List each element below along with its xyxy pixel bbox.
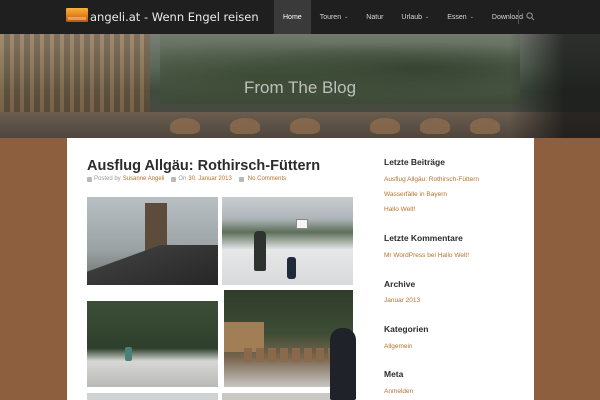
photo-person (254, 231, 266, 271)
photo-walker (125, 347, 132, 361)
nav-item-essen[interactable]: Essen ⌄ (438, 0, 483, 34)
content-card: Ausflug Allgäu: Rothirsch-Füttern Posted… (67, 138, 534, 400)
comment-icon (238, 176, 244, 182)
post-title[interactable]: Ausflug Allgäu: Rothirsch-Füttern (87, 158, 320, 174)
sidebar-heading-recent-posts: Letzte Beiträge (384, 157, 445, 167)
post-date-link[interactable]: 30. Januar 2013 (188, 176, 231, 182)
on-label: On (178, 176, 187, 182)
hero-title: From The Blog (243, 78, 357, 97)
sidebar-link[interactable]: Mr WordPress bei Hallo Welt! (384, 252, 469, 259)
clock-icon (171, 176, 177, 182)
chevron-down-icon: ⌄ (469, 14, 474, 20)
photo-sign (296, 219, 308, 229)
sidebar-link[interactable]: Anmelden (384, 388, 413, 395)
site-title[interactable]: angeli.at - Wenn Engel reisen (90, 10, 259, 24)
hero-deer-image (290, 118, 320, 134)
nav-label: Essen (447, 13, 467, 21)
gallery-photo[interactable] (222, 197, 353, 285)
chevron-down-icon: ⌄ (344, 14, 349, 20)
nav-item-touren[interactable]: Touren ⌄ (311, 0, 358, 34)
sidebar-link[interactable]: Januar 2013 (384, 297, 420, 304)
user-icon (87, 176, 92, 182)
sidebar-link[interactable]: Allgemein (384, 343, 413, 350)
sidebar-link[interactable]: Hallo Welt! (384, 206, 415, 213)
sidebar-heading-archive: Archive (384, 279, 416, 289)
gallery-photo[interactable] (87, 393, 218, 400)
nav-divider (518, 10, 519, 24)
top-navigation-bar: angeli.at - Wenn Engel reisen Home Toure… (0, 0, 600, 34)
hero-deer-image (470, 118, 500, 134)
nav-item-natur[interactable]: Natur (357, 0, 392, 34)
post-author-link[interactable]: Susanne Angeli (123, 176, 165, 182)
nav-label: Urlaub (401, 13, 423, 21)
sidebar-heading-recent-comments: Letzte Kommentare (384, 233, 463, 243)
foreground-person-silhouette (330, 328, 356, 400)
photo-child (287, 257, 296, 279)
nav-label: Touren (319, 13, 342, 21)
chevron-down-icon: ⌄ (425, 14, 430, 20)
hero-deer-image (170, 118, 200, 134)
photo-deer-herd (244, 348, 344, 362)
sidebar-heading-meta: Meta (384, 369, 404, 379)
site-logo-icon[interactable] (66, 8, 88, 22)
photo-roof (87, 245, 218, 285)
gallery-photo[interactable] (87, 301, 218, 387)
nav-item-home[interactable]: Home (274, 0, 311, 34)
hero-deer-image (230, 118, 260, 134)
nav-item-urlaub[interactable]: Urlaub ⌄ (392, 0, 438, 34)
nav-label: Natur (366, 13, 384, 21)
nav-label: Home (283, 13, 302, 21)
post-meta: Posted by Susanne Angeli On 30. Januar 2… (87, 176, 286, 182)
main-nav: Home Touren ⌄ Natur Urlaub ⌄ Essen ⌄ Downlo… (274, 0, 539, 34)
posted-by-label: Posted by (94, 176, 121, 182)
post-comments-link[interactable]: No Comments (248, 176, 286, 182)
search-icon[interactable] (526, 12, 535, 21)
hero-banner: From The Blog (0, 34, 600, 138)
sidebar-link[interactable]: Ausflug Allgäu: Rothirsch-Füttern (384, 176, 479, 183)
sidebar-link[interactable]: Wasserfälle in Bayern (384, 191, 447, 198)
sidebar-heading-categories: Kategorien (384, 324, 429, 334)
gallery-photo[interactable] (87, 197, 218, 285)
hero-deer-image (420, 118, 450, 134)
hero-deer-image (370, 118, 400, 134)
